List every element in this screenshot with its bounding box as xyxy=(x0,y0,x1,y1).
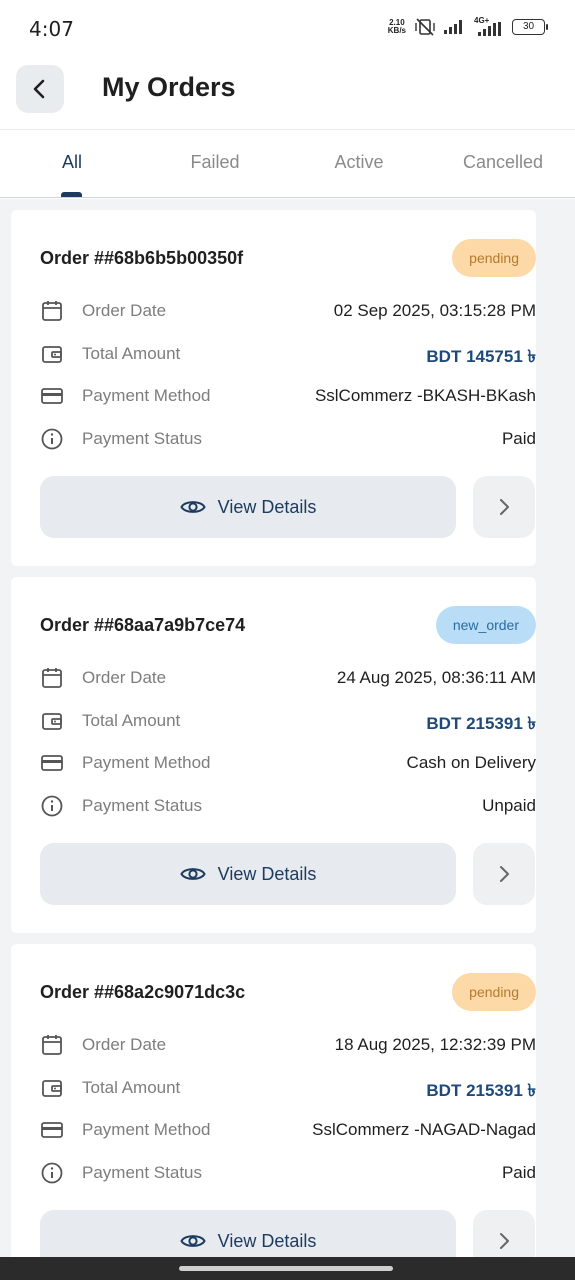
payment-status-value: Paid xyxy=(501,429,536,448)
chevron-right-icon xyxy=(500,1233,509,1249)
status-time: 4:07 xyxy=(29,17,74,41)
total-amount-label: Total Amount xyxy=(82,344,181,363)
home-gesture-handle[interactable] xyxy=(179,1266,393,1271)
order-date-value: 24 Aug 2025, 08:36:11 AM xyxy=(336,668,536,687)
total-amount-value: BDT 215391 ৳ xyxy=(426,714,536,733)
total-amount-value: BDT 145751 ৳ xyxy=(426,347,536,366)
payment-method-value: SslCommerz -BKASH-BKash xyxy=(314,386,536,405)
wallet-icon xyxy=(42,346,62,363)
calendar-icon xyxy=(42,668,62,688)
order-date-row: Order Date 18 Aug 2025, 12:32:39 PM xyxy=(40,1031,536,1061)
back-button[interactable] xyxy=(16,65,64,113)
order-date-row: Order Date 02 Sep 2025, 03:15:28 PM xyxy=(40,297,536,327)
chevron-left-icon xyxy=(33,79,45,99)
order-id: Order ##68a2c9071dc3c xyxy=(40,982,246,1002)
wallet-icon xyxy=(42,713,62,730)
order-date-label: Order Date xyxy=(82,1035,167,1054)
view-details-label: View Details xyxy=(217,1230,317,1251)
credit-card-icon xyxy=(41,755,63,771)
payment-status-row: Payment Status Unpaid xyxy=(40,792,536,822)
view-details-label: View Details xyxy=(217,863,317,884)
signal-4g-icon: 4G+ xyxy=(474,16,504,36)
status-badge: pending xyxy=(452,973,536,1011)
payment-method-label: Payment Method xyxy=(82,386,211,405)
total-amount-row: Total Amount BDT 145751 ৳ xyxy=(40,340,536,370)
payment-method-label: Payment Method xyxy=(82,1120,211,1139)
vibrate-off-icon xyxy=(415,18,435,36)
order-date-label: Order Date xyxy=(82,301,167,320)
payment-method-value: Cash on Delivery xyxy=(406,753,536,772)
tab-active[interactable]: Active xyxy=(289,152,429,173)
tab-cancelled[interactable]: Cancelled xyxy=(433,152,573,173)
payment-status-value: Unpaid xyxy=(482,796,536,815)
order-card: Order ##68b6b5b00350f pending Order Date… xyxy=(11,210,536,566)
status-icons: 2.10 KB/s 4G+ 30 xyxy=(388,16,548,36)
open-order-button[interactable] xyxy=(473,843,535,905)
status-badge: pending xyxy=(452,239,536,277)
credit-card-icon xyxy=(41,388,63,404)
total-amount-row: Total Amount BDT 215391 ৳ xyxy=(40,707,536,737)
app-header: My Orders xyxy=(0,58,575,130)
order-id: Order ##68b6b5b00350f xyxy=(40,248,244,268)
payment-status-row: Payment Status Paid xyxy=(40,425,536,455)
network-speed: 2.10 KB/s xyxy=(388,19,406,35)
order-card: Order ##68a2c9071dc3c pending Order Date… xyxy=(11,944,536,1257)
order-date-value: 18 Aug 2025, 12:32:39 PM xyxy=(334,1035,536,1054)
status-bar: 4:07 2.10 KB/s 4G+ 30 xyxy=(0,0,575,58)
payment-status-row: Payment Status Paid xyxy=(40,1159,536,1189)
signal-icon xyxy=(444,20,462,34)
total-amount-row: Total Amount BDT 215391 ৳ xyxy=(40,1074,536,1104)
total-amount-label: Total Amount xyxy=(82,711,181,730)
payment-status-label: Payment Status xyxy=(82,796,203,815)
total-amount-value: BDT 215391 ৳ xyxy=(426,1081,536,1100)
chevron-right-icon xyxy=(500,866,509,882)
status-badge: new_order xyxy=(435,606,536,644)
payment-status-label: Payment Status xyxy=(82,1163,203,1182)
tab-all[interactable]: All xyxy=(2,152,142,173)
total-amount-label: Total Amount xyxy=(82,1078,181,1097)
info-icon xyxy=(41,428,63,450)
payment-method-value: SslCommerz -NAGAD-Nagad xyxy=(312,1120,536,1139)
page-title: My Orders xyxy=(102,72,236,102)
info-icon xyxy=(41,1162,63,1184)
system-nav-bar xyxy=(0,1257,575,1280)
orders-list[interactable]: Order ##68b6b5b00350f pending Order Date… xyxy=(0,199,575,1257)
view-details-button[interactable]: View Details xyxy=(40,1210,456,1257)
view-details-label: View Details xyxy=(217,496,317,517)
calendar-icon xyxy=(42,301,62,321)
battery-icon: 30 xyxy=(512,19,548,35)
calendar-icon xyxy=(42,1035,62,1055)
network-speed-unit: KB/s xyxy=(387,26,406,35)
eye-icon xyxy=(180,1235,206,1247)
payment-method-row: Payment Method SslCommerz -NAGAD-Nagad xyxy=(40,1116,536,1146)
order-date-value: 02 Sep 2025, 03:15:28 PM xyxy=(333,301,536,320)
credit-card-icon xyxy=(41,1122,63,1138)
payment-status-value: Paid xyxy=(501,1163,536,1182)
payment-method-row: Payment Method Cash on Delivery xyxy=(40,749,536,779)
order-card: Order ##68aa7a9b7ce74 new_order Order Da… xyxy=(11,577,536,933)
view-details-button[interactable]: View Details xyxy=(40,476,456,538)
payment-method-row: Payment Method SslCommerz -BKASH-BKash xyxy=(40,382,536,412)
payment-status-label: Payment Status xyxy=(82,429,203,448)
order-date-row: Order Date 24 Aug 2025, 08:36:11 AM xyxy=(40,664,536,694)
wallet-icon xyxy=(42,1080,62,1097)
payment-method-label: Payment Method xyxy=(82,753,211,772)
order-id: Order ##68aa7a9b7ce74 xyxy=(40,615,246,635)
info-icon xyxy=(41,795,63,817)
tab-failed[interactable]: Failed xyxy=(145,152,285,173)
order-date-label: Order Date xyxy=(82,668,167,687)
view-details-button[interactable]: View Details xyxy=(40,843,456,905)
open-order-button[interactable] xyxy=(473,1210,535,1257)
chevron-right-icon xyxy=(500,499,509,515)
eye-icon xyxy=(180,868,206,880)
open-order-button[interactable] xyxy=(473,476,535,538)
battery-level: 30 xyxy=(522,21,535,32)
tab-indicator xyxy=(61,192,82,197)
order-tabs: All Failed Active Cancelled xyxy=(0,130,575,198)
eye-icon xyxy=(180,501,206,513)
